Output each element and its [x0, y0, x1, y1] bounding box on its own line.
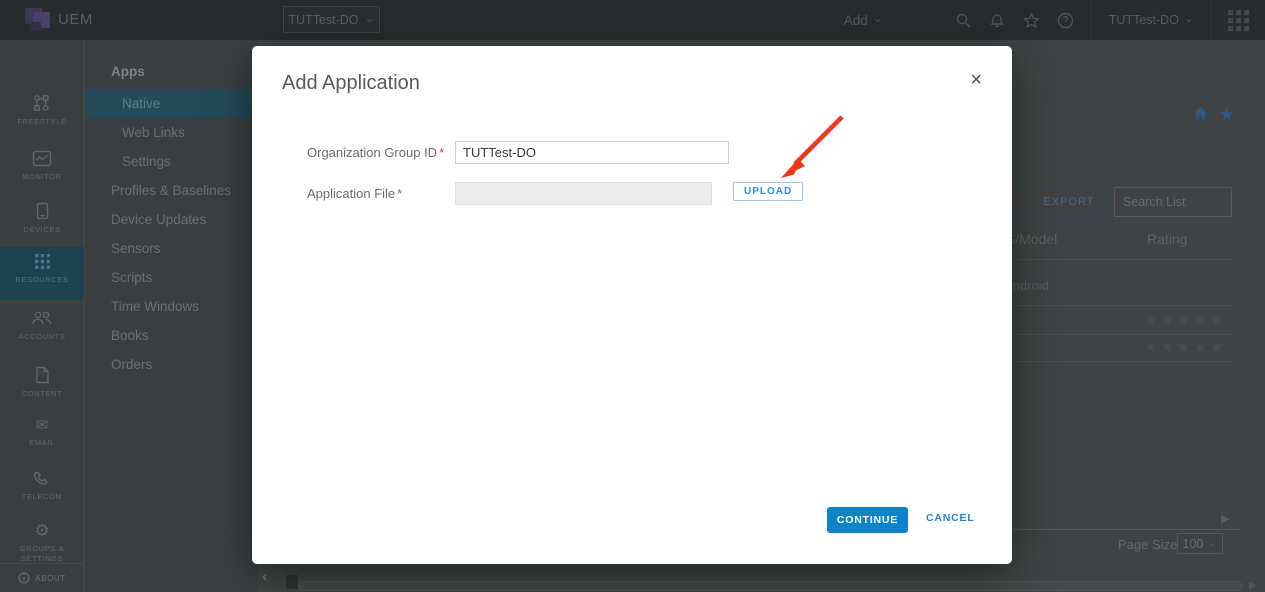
rating-stars-row: ★★★★★	[1144, 338, 1223, 356]
content-icon	[35, 366, 50, 384]
upload-button[interactable]: UPLOAD	[733, 182, 803, 201]
sidebar-collapse-chevron[interactable]: ‹	[262, 568, 267, 585]
org-group-id-label: Organization Group ID*	[307, 145, 444, 160]
devices-icon	[36, 202, 49, 220]
sidebar-item-devices[interactable]: DEVICES	[0, 196, 84, 235]
sidebar-item-orders[interactable]: Orders	[85, 350, 258, 379]
star-icon: ★	[1177, 338, 1190, 356]
star-icon: ★	[1144, 338, 1157, 356]
favorite-star-icon[interactable]: ★	[1219, 106, 1234, 126]
chevron-down-icon: ⌄	[365, 15, 375, 21]
star-icon: ★	[1160, 338, 1173, 356]
star-icon: ★	[1144, 311, 1157, 329]
close-icon[interactable]: ×	[970, 70, 982, 90]
application-file-label: Application File*	[307, 186, 402, 201]
help-icon[interactable]	[1057, 12, 1074, 29]
add-menu[interactable]: Add ⌄	[844, 13, 883, 28]
sidebar-item-scripts[interactable]: Scripts	[85, 263, 258, 292]
dialog-title: Add Application	[282, 72, 420, 95]
email-icon: ✉	[36, 418, 49, 433]
add-application-dialog: Add Application × Organization Group ID*…	[252, 46, 1012, 564]
required-asterisk: *	[439, 145, 444, 160]
telecom-icon	[34, 470, 51, 487]
favorites-star-icon[interactable]	[1023, 12, 1040, 29]
gear-icon: ⚙	[34, 522, 49, 539]
top-bar: UEM TUTTest-DO ⌄ Add ⌄	[0, 0, 1265, 40]
org-group-id-input[interactable]	[455, 141, 729, 164]
star-icon: ★	[1210, 338, 1223, 356]
sidebar-item-freestyle[interactable]: FREESTYLE	[0, 88, 84, 127]
apps-sidebar: Apps Native Web Links Settings Profiles …	[85, 40, 258, 592]
star-icon: ★	[1177, 311, 1190, 329]
export-button[interactable]: EXPORT	[1031, 187, 1107, 217]
app-grid-icon[interactable]	[1212, 10, 1265, 31]
star-icon: ★	[1210, 311, 1223, 329]
column-header-rating: Rating	[1147, 231, 1187, 247]
sidebar-item-groups-settings[interactable]: ⚙ GROUPS & SETTINGS	[0, 516, 84, 564]
uem-console: UEM TUTTest-DO ⌄ Add ⌄	[0, 0, 1265, 592]
sidebar-item-telecom[interactable]: TELECOM	[0, 464, 84, 502]
sidebar-item-sensors[interactable]: Sensors	[85, 234, 258, 263]
sidebar-item-web-links[interactable]: Web Links	[85, 118, 258, 147]
chevron-down-icon: ⌄	[1184, 15, 1194, 21]
annotation-arrow	[747, 104, 867, 194]
horizontal-scrollbar[interactable]	[298, 581, 1242, 591]
next-page-icon[interactable]: ▶	[1221, 512, 1229, 525]
account-menu[interactable]: TUTTest-DO ⌄	[1092, 13, 1211, 27]
page-size-select[interactable]: 100 ⌄	[1177, 533, 1223, 554]
sidebar-item-accounts[interactable]: ACCOUNTS	[0, 304, 84, 342]
resources-icon	[34, 253, 51, 270]
scroll-right-icon[interactable]: ▶	[1249, 580, 1257, 591]
home-icon[interactable]	[1193, 106, 1208, 126]
chevron-down-icon: ⌄	[1207, 539, 1217, 545]
sidebar-item-settings[interactable]: Settings	[85, 147, 258, 176]
sidebar-section-apps[interactable]: Apps	[85, 40, 258, 89]
info-icon	[18, 572, 30, 584]
page-size-label: Page Size:	[1118, 537, 1181, 552]
sidebar-item-about[interactable]: ABOUT	[0, 563, 84, 592]
application-file-input	[455, 182, 712, 205]
star-icon: ★	[1193, 311, 1206, 329]
cancel-button[interactable]: CANCEL	[926, 512, 975, 524]
panel-corner	[286, 575, 298, 589]
star-icon: ★	[1160, 311, 1173, 329]
main-sidebar: FREESTYLE MONITOR DEVICES RESOURCES	[0, 40, 84, 592]
monitor-icon	[32, 150, 52, 167]
sidebar-item-content[interactable]: CONTENT	[0, 360, 84, 399]
sidebar-item-time-windows[interactable]: Time Windows	[85, 292, 258, 321]
sidebar-item-books[interactable]: Books	[85, 321, 258, 350]
star-icon: ★	[1193, 338, 1206, 356]
app-title: UEM	[58, 11, 93, 28]
accounts-icon	[31, 310, 53, 327]
freestyle-icon	[32, 94, 52, 112]
search-list-input[interactable]	[1114, 187, 1232, 217]
sidebar-item-profiles-baselines[interactable]: Profiles & Baselines	[85, 176, 258, 205]
required-asterisk: *	[397, 186, 402, 201]
sidebar-item-native[interactable]: Native	[85, 89, 258, 118]
continue-button[interactable]: CONTINUE	[827, 507, 908, 533]
workspace-one-logo[interactable]	[22, 5, 56, 35]
rating-stars-row: ★★★★★	[1144, 311, 1223, 329]
organization-group-selector[interactable]: TUTTest-DO ⌄	[283, 6, 380, 33]
sidebar-item-monitor[interactable]: MONITOR	[0, 144, 84, 182]
sidebar-item-resources[interactable]: RESOURCES	[0, 247, 84, 300]
sidebar-item-device-updates[interactable]: Device Updates	[85, 205, 258, 234]
notifications-bell-icon[interactable]	[989, 12, 1006, 29]
search-icon[interactable]	[955, 12, 972, 29]
chevron-down-icon: ⌄	[873, 15, 883, 21]
sidebar-item-email[interactable]: ✉ EMAIL	[0, 412, 84, 448]
